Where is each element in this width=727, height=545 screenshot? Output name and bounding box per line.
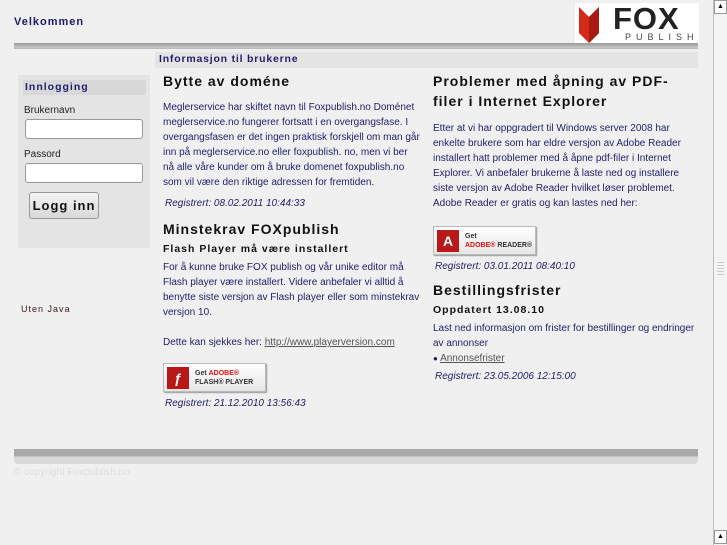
article-body: Meglerservice har skiftet navn til Foxpu… — [163, 102, 420, 188]
scroll-up-icon[interactable]: ▲ — [714, 0, 727, 14]
annonsefrister-link[interactable]: Annonsefrister — [440, 353, 504, 364]
article-body: Etter at vi har oppgradert til Windows s… — [433, 123, 681, 209]
check-text: Dette kan sjekkes her: — [163, 337, 265, 348]
login-title: Innlogging — [23, 80, 146, 95]
header-divider — [14, 43, 698, 49]
news-column-right: Problemer med åpning av PDF-filer i Inte… — [433, 71, 695, 384]
article-subtitle: Flash Player må være installert — [163, 243, 349, 255]
article-title: Bytte av doméne — [163, 73, 291, 89]
badge-get: Get — [465, 232, 477, 240]
news-column-left: Bytte av doméne Meglerservice har skifte… — [163, 71, 421, 411]
copyright: © copyright Foxpublish.no — [14, 467, 130, 478]
badge-product: READER® — [497, 241, 533, 249]
bullet-icon: ● — [433, 354, 438, 363]
badge-product: FLASH® PLAYER — [195, 378, 254, 386]
get-adobe-reader-button[interactable]: A Get ADOBE® READER® — [433, 226, 536, 255]
footer-divider — [14, 449, 698, 464]
article-title: Minstekrav FOXpublish — [163, 221, 340, 237]
playerversion-link[interactable]: http://www.playerversion.com — [265, 337, 395, 348]
registered-date: Registrert: 08.02.2011 10:44:33 — [165, 198, 305, 209]
scroll-down-icon[interactable]: ▲ — [714, 530, 727, 544]
fox-publish-logo: FOX PUBLISH — [575, 1, 699, 44]
section-header: Informasjon til brukerne — [155, 52, 698, 68]
username-label: Brukernavn — [24, 105, 76, 116]
get-flash-player-button[interactable]: ƒ Get ADOBE® FLASH® PLAYER — [163, 363, 266, 392]
badge-brand: ADOBE® — [208, 369, 240, 377]
password-label: Passord — [24, 149, 61, 160]
flash-icon: ƒ — [167, 366, 189, 389]
username-input[interactable] — [25, 119, 143, 139]
login-panel: Innlogging Brukernavn Passord Logg inn — [18, 75, 150, 248]
registered-date: Registrert: 21.12.2010 13:56:43 — [165, 398, 306, 409]
article-subtitle: Oppdatert 13.08.10 — [433, 304, 545, 316]
welcome-heading: Velkommen — [14, 16, 85, 28]
badge-brand: ADOBE® — [465, 241, 496, 249]
no-java-link[interactable]: Uten Java — [21, 304, 71, 314]
adobe-reader-icon: A — [437, 229, 459, 252]
vertical-scrollbar[interactable]: ▲ ▲ — [713, 0, 727, 545]
article-body: For å kunne bruke FOX publish og vår uni… — [163, 262, 420, 318]
registered-date: Registrert: 23.05.2006 12:15:00 — [435, 371, 576, 382]
article-title: Bestillingsfrister — [433, 282, 562, 298]
article-title: Problemer med åpning av PDF-filer i Inte… — [433, 73, 669, 109]
badge-get: Get — [195, 369, 207, 377]
logo-subtext: PUBLISH — [625, 32, 699, 42]
scroll-thumb-grip-icon[interactable] — [717, 262, 724, 276]
article-body: Last ned informasjon om frister for best… — [433, 323, 695, 349]
password-input[interactable] — [25, 163, 143, 183]
login-button[interactable]: Logg inn — [29, 192, 99, 219]
registered-date: Registrert: 03.01.2011 08:40:10 — [435, 261, 575, 272]
